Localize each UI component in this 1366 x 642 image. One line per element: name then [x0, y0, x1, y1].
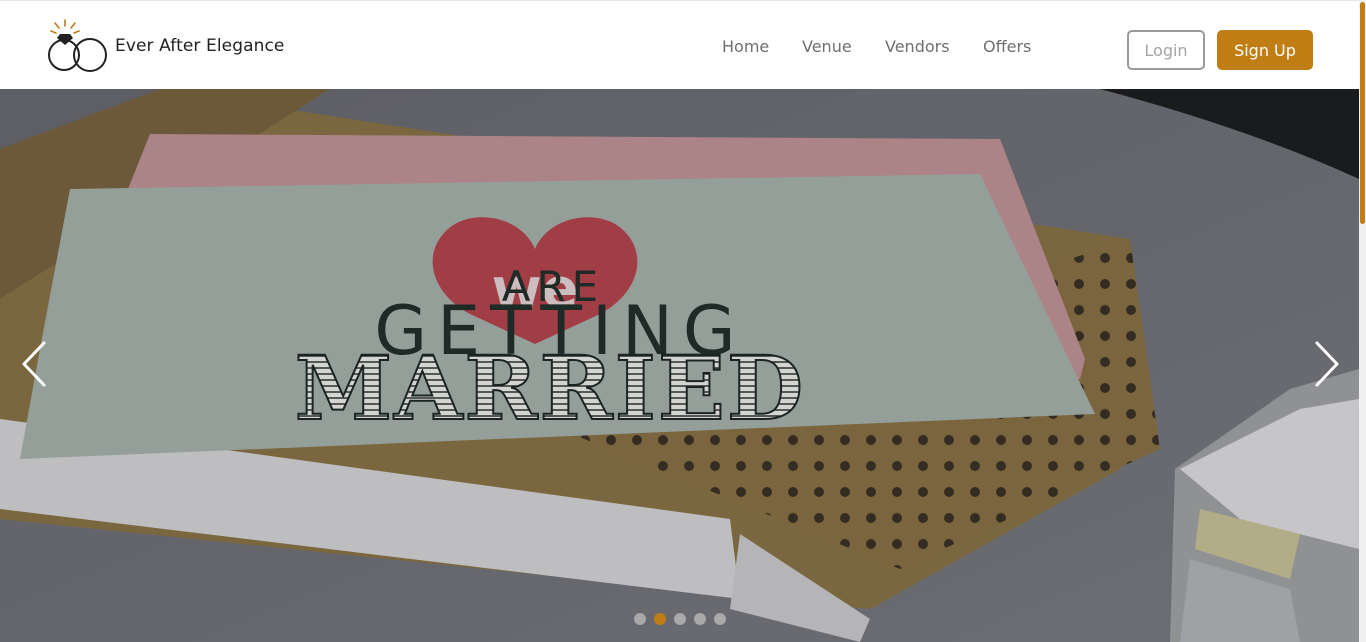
- nav-link-offers[interactable]: Offers: [983, 37, 1031, 56]
- carousel-indicator-dot[interactable]: [694, 613, 706, 625]
- carousel-indicator-dot[interactable]: [714, 613, 726, 625]
- chevron-left-icon: [22, 341, 46, 387]
- hero-overlay: [0, 89, 1359, 642]
- nav-link-vendors[interactable]: Vendors: [885, 37, 950, 56]
- chevron-right-icon: [1315, 341, 1339, 387]
- site-header: Ever After Elegance Home Venue Vendors O…: [0, 0, 1366, 89]
- carousel-indicator-dot[interactable]: [674, 613, 686, 625]
- hero-carousel: we ARE GETTING MARRIED: [0, 89, 1359, 642]
- login-button[interactable]: Login: [1127, 30, 1205, 70]
- signup-button[interactable]: Sign Up: [1217, 30, 1313, 70]
- carousel-indicator-dot[interactable]: [634, 613, 646, 625]
- carousel-indicators: [634, 613, 734, 625]
- carousel-prev-button[interactable]: [14, 335, 54, 393]
- scrollbar-thumb[interactable]: [1360, 2, 1365, 224]
- carousel-indicator-dot[interactable]: [654, 613, 666, 625]
- carousel-next-button[interactable]: [1307, 335, 1347, 393]
- nav-link-home[interactable]: Home: [722, 37, 769, 56]
- nav-link-venue[interactable]: Venue: [802, 37, 852, 56]
